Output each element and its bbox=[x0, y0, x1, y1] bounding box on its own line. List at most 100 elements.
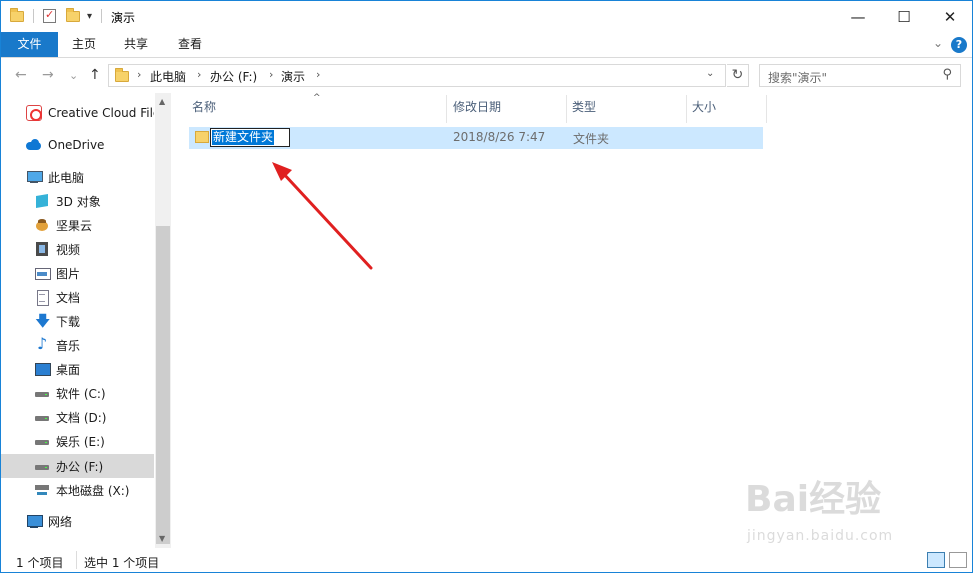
downloads-icon bbox=[34, 311, 50, 333]
drive-icon bbox=[34, 385, 50, 401]
title-divider bbox=[101, 9, 102, 23]
breadcrumb-separator: › bbox=[316, 68, 321, 81]
watermark-logo: Bai经验 bbox=[745, 479, 882, 520]
back-icon[interactable]: ← bbox=[15, 67, 27, 83]
sidebar-item-onedrive[interactable]: OneDrive bbox=[1, 133, 154, 157]
tab-view[interactable]: 查看 bbox=[162, 32, 218, 57]
sidebar-item-pictures[interactable]: 图片 bbox=[1, 261, 154, 285]
column-header-type[interactable]: 类型 bbox=[572, 98, 596, 124]
tab-file[interactable]: 文件 bbox=[1, 32, 58, 57]
3d-objects-icon bbox=[34, 193, 50, 209]
tab-share[interactable]: 共享 bbox=[110, 32, 162, 57]
sidebar-item-drive-e[interactable]: 娱乐 (E:) bbox=[1, 429, 154, 453]
folder-icon bbox=[195, 131, 209, 143]
sidebar-item-label: 下载 bbox=[56, 314, 81, 329]
column-header-modified[interactable]: 修改日期 bbox=[453, 98, 501, 124]
search-icon[interactable]: ⚲ bbox=[942, 67, 952, 82]
status-divider bbox=[76, 551, 77, 569]
sidebar-item-network[interactable]: 网络 bbox=[1, 509, 154, 533]
navigation-bar: ← → ⌄ ↑ › 此电脑 › 办公 (F:) › 演示 › ⌄ ↻ 搜索"演示… bbox=[1, 59, 972, 93]
desktop-icon bbox=[34, 361, 51, 377]
breadcrumb-separator: › bbox=[197, 68, 202, 81]
sidebar-item-drive-d[interactable]: 文档 (D:) bbox=[1, 405, 154, 429]
column-divider[interactable] bbox=[766, 95, 767, 123]
sidebar-item-label: 软件 (C:) bbox=[56, 386, 106, 401]
network-icon bbox=[26, 513, 43, 529]
up-icon[interactable]: ↑ bbox=[89, 67, 101, 83]
sidebar-item-label: 图片 bbox=[56, 266, 81, 281]
navigation-pane: Creative Cloud Files OneDrive 此电脑 3D 对象 … bbox=[1, 93, 171, 548]
sidebar-item-desktop[interactable]: 桌面 bbox=[1, 357, 154, 381]
scroll-down-icon[interactable]: ▼ bbox=[159, 534, 165, 543]
drive-icon bbox=[34, 433, 50, 449]
documents-icon bbox=[34, 289, 50, 306]
sidebar-item-creative-cloud[interactable]: Creative Cloud Files bbox=[1, 101, 154, 125]
rename-input[interactable]: 新建文件夹 bbox=[210, 128, 290, 147]
sidebar-item-drive-c[interactable]: 软件 (C:) bbox=[1, 381, 154, 405]
column-divider[interactable] bbox=[566, 95, 567, 123]
minimize-button[interactable]: — bbox=[835, 1, 881, 32]
sidebar-item-label: 文档 bbox=[56, 290, 81, 305]
breadcrumb-drive-f[interactable]: 办公 (F:) bbox=[210, 68, 257, 85]
sidebar-item-drive-x[interactable]: 本地磁盘 (X:) bbox=[1, 478, 154, 502]
title-bar: ▾ 演示 — ☐ ✕ bbox=[1, 1, 972, 32]
window-title: 演示 bbox=[111, 11, 136, 25]
quick-access-divider bbox=[33, 9, 34, 23]
column-header-name[interactable]: 名称 bbox=[192, 98, 216, 124]
sidebar-item-this-pc[interactable]: 此电脑 bbox=[1, 165, 154, 189]
properties-icon[interactable] bbox=[43, 7, 56, 25]
onedrive-icon bbox=[26, 137, 42, 153]
breadcrumb-this-pc[interactable]: 此电脑 bbox=[150, 68, 186, 85]
large-icons-view-icon[interactable] bbox=[949, 552, 967, 568]
scroll-up-icon[interactable]: ▲ bbox=[159, 97, 165, 106]
column-divider[interactable] bbox=[686, 95, 687, 123]
music-icon bbox=[34, 334, 50, 353]
close-button[interactable]: ✕ bbox=[927, 1, 973, 32]
creative-cloud-icon bbox=[26, 105, 42, 121]
breadcrumb-current-folder[interactable]: 演示 bbox=[281, 68, 305, 85]
sidebar-item-label: 文档 (D:) bbox=[56, 410, 107, 425]
refresh-button[interactable]: ↻ bbox=[727, 64, 749, 87]
maximize-button[interactable]: ☐ bbox=[881, 1, 927, 32]
this-pc-icon bbox=[26, 169, 43, 185]
drive-icon bbox=[34, 458, 50, 474]
jianguoyun-icon bbox=[34, 217, 50, 233]
rename-selected-text: 新建文件夹 bbox=[212, 130, 275, 145]
sidebar-item-label: 桌面 bbox=[56, 362, 81, 377]
ribbon-tabs: 文件 主页 共享 查看 ⌄ ? bbox=[1, 32, 972, 58]
sidebar-item-documents[interactable]: 文档 bbox=[1, 285, 154, 309]
sidebar-item-label: 视频 bbox=[56, 242, 81, 257]
status-bar: 1 个项目 选中 1 个项目 bbox=[1, 548, 972, 572]
address-dropdown-icon[interactable]: ⌄ bbox=[706, 68, 714, 79]
forward-icon[interactable]: → bbox=[42, 67, 54, 83]
table-row[interactable]: 新建文件夹 2018/8/26 7:47 文件夹 bbox=[189, 127, 763, 149]
sidebar-item-label: 娱乐 (E:) bbox=[56, 434, 105, 449]
status-selection: 选中 1 个项目 bbox=[84, 556, 160, 570]
column-divider[interactable] bbox=[446, 95, 447, 123]
pictures-icon bbox=[34, 265, 51, 281]
sidebar-item-label: 坚果云 bbox=[56, 218, 93, 233]
tab-home[interactable]: 主页 bbox=[58, 32, 110, 57]
sidebar-item-3d-objects[interactable]: 3D 对象 bbox=[1, 189, 154, 213]
sidebar-item-drive-f[interactable]: 办公 (F:) bbox=[1, 454, 154, 478]
search-box[interactable]: 搜索"演示" ⚲ bbox=[759, 64, 961, 87]
sidebar-item-downloads[interactable]: 下载 bbox=[1, 309, 154, 333]
address-bar[interactable]: › 此电脑 › 办公 (F:) › 演示 › bbox=[108, 64, 726, 87]
drive-icon bbox=[34, 409, 50, 425]
folder-icon bbox=[10, 7, 24, 25]
recent-locations-icon[interactable]: ⌄ bbox=[69, 69, 78, 82]
sidebar-scrollbar-thumb[interactable] bbox=[156, 226, 170, 544]
baidu-watermark: Bai经验 jingyan.baidu.com bbox=[745, 470, 925, 550]
customize-quick-access-icon[interactable]: ▾ bbox=[87, 7, 92, 25]
sidebar-item-jianguoyun[interactable]: 坚果云 bbox=[1, 213, 154, 237]
expand-ribbon-icon[interactable]: ⌄ bbox=[933, 36, 943, 50]
new-folder-icon[interactable] bbox=[66, 7, 80, 25]
column-header-size[interactable]: 大小 bbox=[692, 98, 716, 124]
sidebar-item-videos[interactable]: 视频 bbox=[1, 237, 154, 261]
sidebar-item-label: 此电脑 bbox=[48, 170, 85, 185]
sidebar-item-music[interactable]: 音乐 bbox=[1, 333, 154, 357]
help-icon[interactable]: ? bbox=[951, 37, 967, 53]
details-view-icon[interactable] bbox=[927, 552, 945, 568]
sidebar-item-label: 本地磁盘 (X:) bbox=[56, 483, 130, 498]
address-folder-icon bbox=[115, 68, 129, 82]
